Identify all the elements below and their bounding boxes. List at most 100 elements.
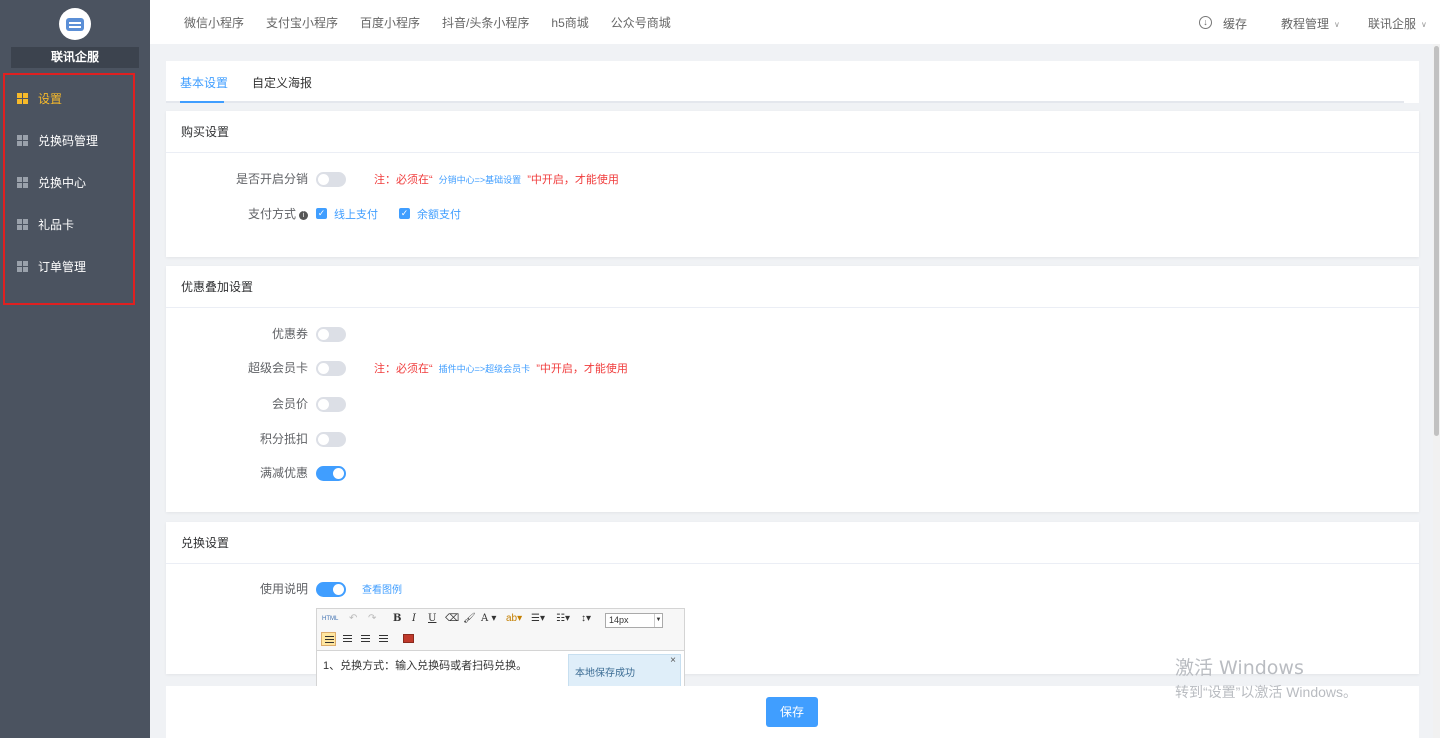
save-button[interactable]: 保存 — [766, 697, 818, 727]
align-right-button[interactable] — [358, 632, 373, 646]
full-reduction-row: 满减优惠 — [166, 464, 1419, 482]
eraser-icon[interactable]: ⌫ — [445, 612, 459, 626]
grid-icon — [17, 134, 28, 146]
nav-alipay[interactable]: 支付宝小程序 — [266, 14, 338, 31]
note-suffix: ”中开启，才能使用 — [536, 363, 628, 375]
points-label: 积分抵扣 — [259, 432, 308, 446]
nav-official-account[interactable]: 公众号商城 — [611, 14, 671, 31]
sidebar-item-gift-card[interactable]: 礼品卡 — [17, 214, 74, 234]
sidebar-item-exchange-center[interactable]: 兑换中心 — [17, 172, 86, 192]
chevron-down-icon: ▼ — [654, 614, 662, 627]
coupon-label: 优惠券 — [271, 327, 308, 341]
sidebar-item-label: 兑换码管理 — [38, 133, 99, 148]
coupon-switch[interactable] — [316, 326, 346, 342]
super-member-row: 超级会员卡 注：必须在“ 插件中心=>超级会员卡 ”中开启，才能使用 — [166, 359, 1419, 377]
distribution-switch[interactable] — [316, 171, 346, 187]
ordered-list-button[interactable]: ☰▾ — [531, 612, 545, 626]
usage-label: 使用说明 — [259, 582, 308, 596]
points-row: 积分抵扣 — [166, 430, 1419, 448]
payment-row: 支付方式 i ✓ 线上支付 ✓ 余额支付 — [166, 205, 1419, 223]
note-prefix: 注：必须在“ — [374, 174, 433, 186]
online-pay-label[interactable]: 线上支付 — [334, 206, 378, 222]
user-menu[interactable]: 联讯企服 ∨ — [1368, 15, 1427, 32]
grid-icon — [17, 218, 28, 230]
full-reduction-switch[interactable] — [316, 465, 346, 481]
grid-icon — [17, 176, 28, 188]
nav-baidu[interactable]: 百度小程序 — [360, 14, 420, 31]
sidebar-item-settings[interactable]: 设置 — [17, 88, 62, 108]
chevron-down-icon: ∨ — [1421, 20, 1427, 29]
align-left-button[interactable] — [321, 632, 336, 646]
full-reduction-label: 满减优惠 — [259, 466, 308, 480]
sidebar-item-label: 兑换中心 — [38, 175, 87, 190]
underline-button[interactable]: U — [428, 612, 436, 626]
sidebar: 联讯企服 设置 兑换码管理 兑换中心 礼品卡 订单管理 — [0, 0, 150, 738]
editor-toolbar: HTML ↶ ↷ B I U ⌫ 🖌 A ▾ ab▾ ☰▾ ☷▾ ↕▾ 14px… — [317, 609, 684, 651]
card-title: 购买设置 — [166, 111, 1419, 153]
align-center-button[interactable] — [340, 632, 355, 646]
undo-icon[interactable]: ↶ — [349, 612, 357, 626]
user-name: 联讯企服 — [1368, 17, 1417, 31]
balance-pay-checkbox[interactable]: ✓ — [399, 208, 410, 219]
online-pay-checkbox[interactable]: ✓ — [316, 208, 327, 219]
brand-logo[interactable] — [59, 8, 91, 40]
usage-switch[interactable] — [316, 581, 346, 597]
download-icon[interactable]: ↓ — [1199, 16, 1212, 29]
close-icon[interactable]: × — [670, 655, 676, 666]
align-justify-button[interactable] — [376, 632, 391, 646]
balance-pay-label[interactable]: 余额支付 — [417, 206, 461, 222]
coupon-row: 优惠券 — [166, 325, 1419, 343]
save-toast: 本地保存成功 × — [568, 654, 681, 687]
tab-divider — [166, 101, 1404, 103]
info-icon[interactable]: i — [299, 211, 308, 220]
note-link[interactable]: 分销中心=>基础设置 — [439, 175, 522, 185]
windows-activation-watermark: 激活 Windows 转到“设置”以激活 Windows。 — [1175, 653, 1357, 702]
sidebar-item-label: 设置 — [38, 91, 63, 106]
payment-label: 支付方式 i — [248, 205, 308, 223]
brand-name: 联讯企服 — [11, 47, 139, 68]
sidebar-item-orders[interactable]: 订单管理 — [17, 256, 86, 276]
nav-douyin[interactable]: 抖音/头条小程序 — [442, 14, 529, 31]
purchase-settings-card: 购买设置 是否开启分销 注：必须在“ 分销中心=>基础设置 ”中开启，才能使用 支付… — [166, 111, 1419, 257]
distribution-note: 注：必须在“ 分销中心=>基础设置 ”中开启，才能使用 — [374, 171, 619, 187]
grid-icon — [17, 92, 28, 104]
unordered-list-button[interactable]: ☷▾ — [556, 612, 570, 626]
cache-button[interactable]: 缓存 — [1223, 15, 1247, 32]
member-price-switch[interactable] — [316, 396, 346, 412]
line-height-button[interactable]: ↕▾ — [581, 612, 591, 626]
format-brush-icon[interactable]: 🖌 — [463, 612, 476, 626]
font-color-button[interactable]: A ▾ — [481, 612, 496, 626]
rich-text-editor: HTML ↶ ↷ B I U ⌫ 🖌 A ▾ ab▾ ☰▾ ☷▾ ↕▾ 14px… — [316, 608, 685, 688]
logo-icon — [66, 17, 84, 31]
vertical-scrollbar[interactable] — [1433, 44, 1440, 738]
super-member-label: 超级会员卡 — [247, 361, 308, 375]
points-switch[interactable] — [316, 431, 346, 447]
view-example-link[interactable]: 查看图例 — [362, 581, 402, 596]
italic-button[interactable]: I — [412, 612, 416, 626]
nav-h5[interactable]: h5商城 — [551, 14, 588, 31]
scrollbar-thumb[interactable] — [1434, 46, 1439, 436]
tab-custom-poster[interactable]: 自定义海报 — [252, 74, 312, 91]
card-title: 优惠叠加设置 — [166, 266, 1419, 308]
insert-image-icon[interactable] — [403, 634, 414, 643]
tutorial-label: 教程管理 — [1281, 17, 1330, 31]
tab-basic-settings[interactable]: 基本设置 — [180, 74, 228, 91]
redo-icon[interactable]: ↷ — [368, 612, 376, 626]
note-link[interactable]: 插件中心=>超级会员卡 — [439, 364, 531, 374]
sidebar-item-code-management[interactable]: 兑换码管理 — [17, 130, 98, 150]
sidebar-item-label: 订单管理 — [38, 259, 87, 274]
member-price-label: 会员价 — [271, 397, 308, 411]
super-member-switch[interactable] — [316, 360, 346, 376]
payment-label-text: 支付方式 — [247, 207, 296, 221]
nav-wechat[interactable]: 微信小程序 — [184, 14, 244, 31]
top-nav: 微信小程序 支付宝小程序 百度小程序 抖音/头条小程序 h5商城 公众号商城 — [184, 0, 693, 44]
sidebar-item-label: 礼品卡 — [38, 217, 75, 232]
topbar: 微信小程序 支付宝小程序 百度小程序 抖音/头条小程序 h5商城 公众号商城 ↓… — [150, 0, 1440, 44]
bold-button[interactable]: B — [393, 612, 401, 626]
toast-message: 本地保存成功 — [575, 668, 635, 679]
chevron-down-icon: ∨ — [1334, 20, 1340, 29]
font-size-select[interactable]: 14px ▼ — [605, 613, 663, 628]
highlight-color-button[interactable]: ab▾ — [506, 612, 522, 626]
tutorial-menu[interactable]: 教程管理 ∨ — [1281, 15, 1340, 32]
html-source-button[interactable]: HTML — [322, 612, 338, 626]
